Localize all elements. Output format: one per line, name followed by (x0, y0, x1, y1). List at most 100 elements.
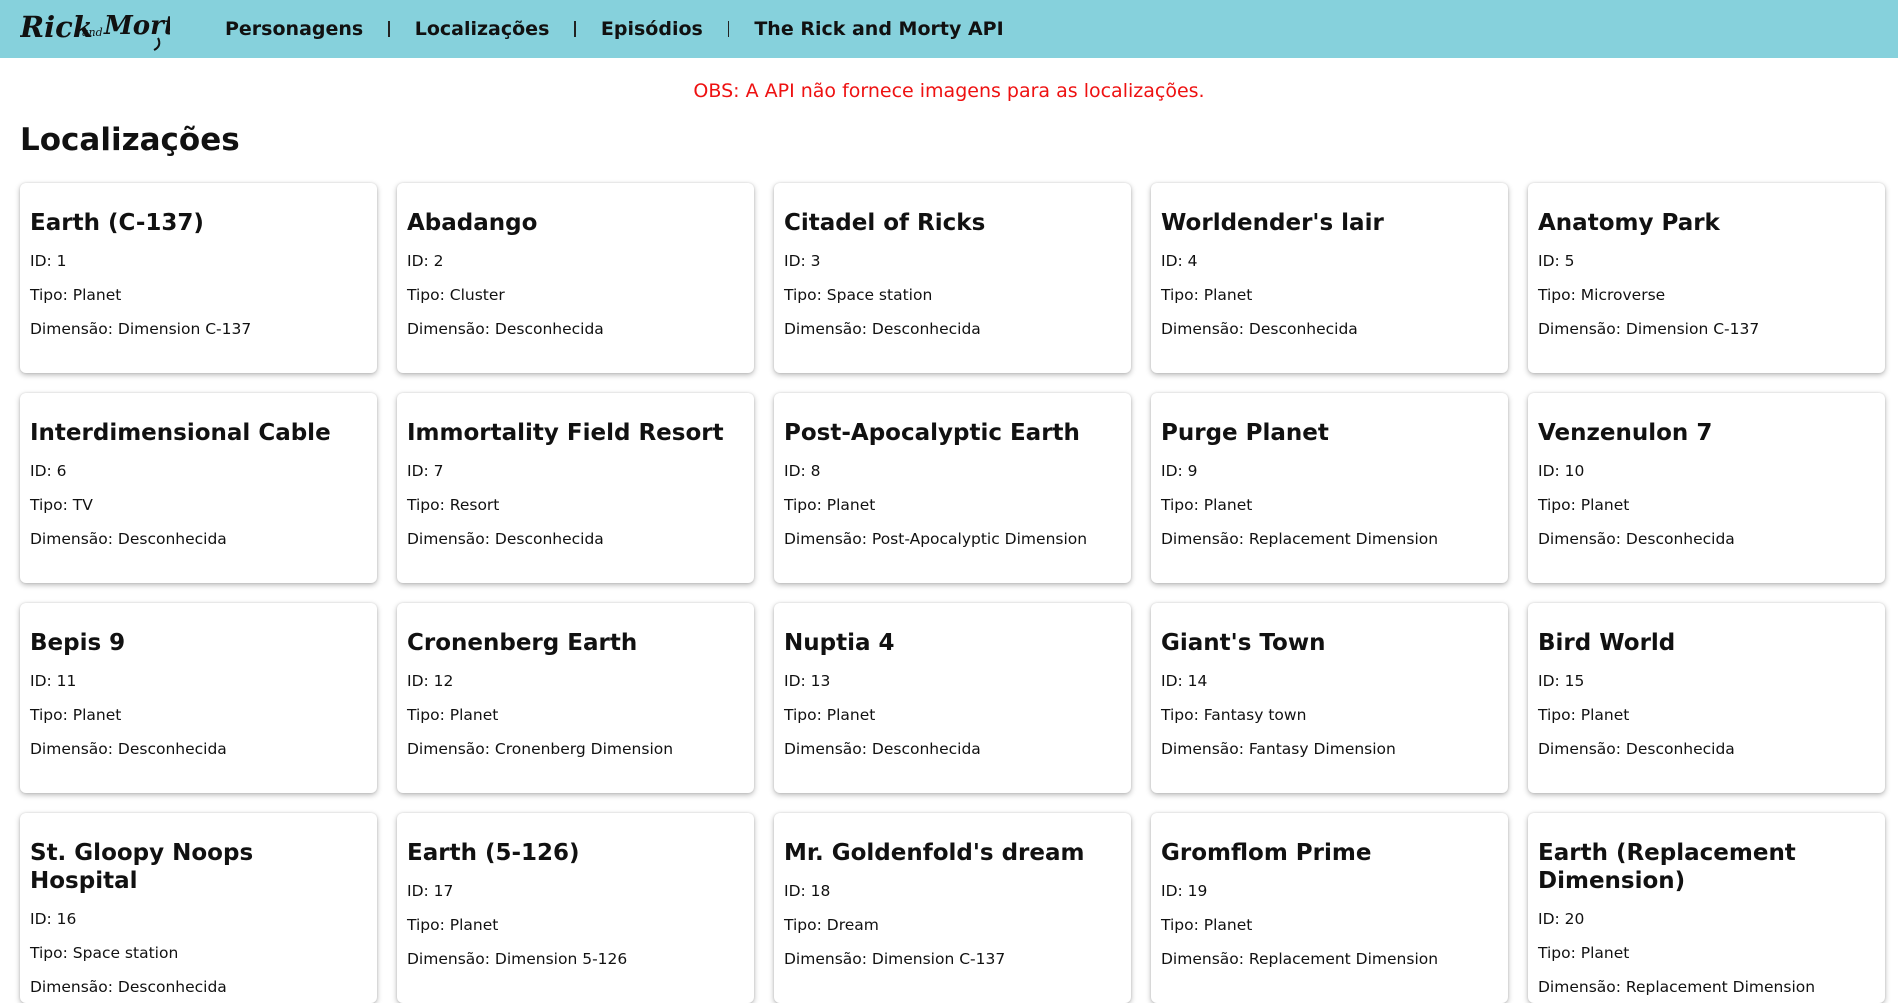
location-dimension: Dimensão: Fantasy Dimension (1161, 740, 1396, 758)
location-dimension: Dimensão: Dimension C-137 (30, 320, 252, 338)
location-card[interactable]: Mr. Goldenfold's dream ID: 18 Tipo: Dream D… (774, 813, 1131, 1003)
no-images-notice: OBS: A API não fornece imagens para as l… (693, 80, 1205, 102)
nav-separator (727, 21, 730, 37)
location-id: ID: 2 (407, 252, 444, 270)
location-card[interactable]: Giant's Town ID: 14 Tipo: Fantasy town Dime… (1151, 603, 1508, 793)
location-id: ID: 9 (1161, 462, 1198, 480)
location-id: ID: 20 (1538, 910, 1585, 928)
location-dimension: Dimensão: Desconhecida (784, 740, 981, 758)
location-card[interactable]: Immortality Field Resort ID: 7 Tipo: Resor… (397, 393, 754, 583)
location-dimension: Dimensão: Dimension C-137 (1538, 320, 1760, 338)
location-name: Giant's Town (1161, 630, 1326, 656)
location-id: ID: 11 (30, 672, 77, 690)
location-card[interactable]: Post-Apocalyptic Earth ID: 8 Tipo: Planet D… (774, 393, 1131, 583)
location-card[interactable]: Gromflom Prime ID: 19 Tipo: Planet Dimensão… (1151, 813, 1508, 1003)
nav-separator (388, 21, 390, 37)
location-card[interactable]: Abadango ID: 2 Tipo: Cluster Dimensão: Desc… (397, 183, 754, 373)
location-dimension: Dimensão: Desconhecida (784, 320, 981, 338)
nav-link-localizacoes[interactable]: Localizações (415, 18, 550, 40)
location-type: Tipo: Space station (784, 286, 933, 304)
location-dimension: Dimensão: Desconhecida (407, 320, 604, 338)
location-dimension: Dimensão: Desconhecida (30, 530, 227, 548)
location-name: Gromflom Prime (1161, 840, 1372, 866)
location-type: Tipo: Dream (784, 916, 879, 934)
location-card[interactable]: Earth (C-137) ID: 1 Tipo: Planet Dimensão: … (20, 183, 377, 373)
location-name: Citadel of Ricks (784, 210, 986, 236)
location-id: ID: 19 (1161, 882, 1208, 900)
location-name: Post-Apocalyptic Earth (784, 420, 1080, 446)
location-name: Worldender's lair (1161, 210, 1384, 236)
nav-link-personagens[interactable]: Personagens (225, 18, 363, 40)
location-id: ID: 5 (1538, 252, 1575, 270)
location-dimension: Dimensão: Desconhecida (1538, 530, 1735, 548)
rick-and-morty-logo[interactable]: Rick and Morty (20, 4, 170, 52)
location-type: Tipo: Planet (1161, 286, 1253, 304)
location-type: Tipo: Planet (1161, 496, 1253, 514)
logo-and: and (82, 26, 103, 39)
page-title: Localizações (20, 122, 240, 158)
top-navbar: Rick and Morty Personagens Localizações … (0, 0, 1898, 58)
location-card[interactable]: Earth (Replacement Dimension) ID: 20 Tipo:… (1528, 813, 1885, 1003)
location-card[interactable]: St. Gloopy Noops Hospital ID: 16 Tipo: Spa… (20, 813, 377, 1003)
location-id: ID: 16 (30, 910, 77, 928)
location-type: Tipo: Planet (30, 706, 122, 724)
location-card[interactable]: Bepis 9 ID: 11 Tipo: Planet Dimensão: Desco… (20, 603, 377, 793)
location-name: Earth (C-137) (30, 210, 204, 236)
location-name: Anatomy Park (1538, 210, 1720, 236)
location-dimension: Dimensão: Desconhecida (30, 740, 227, 758)
location-card[interactable]: Earth (5-126) ID: 17 Tipo: Planet Dimensão:… (397, 813, 754, 1003)
location-type: Tipo: Cluster (407, 286, 505, 304)
location-card[interactable]: Citadel of Ricks ID: 3 Tipo: Space station… (774, 183, 1131, 373)
location-name: Immortality Field Resort (407, 420, 724, 446)
location-dimension: Dimensão: Post-Apocalyptic Dimension (784, 530, 1088, 548)
location-card[interactable]: Bird World ID: 15 Tipo: Planet Dimensão: De… (1528, 603, 1885, 793)
main-nav: Personagens Localizações Episódios The R… (225, 0, 1004, 58)
location-dimension: Dimensão: Desconhecida (407, 530, 604, 548)
location-type: Tipo: Resort (407, 496, 500, 514)
location-id: ID: 10 (1538, 462, 1585, 480)
location-type: Tipo: Planet (1538, 706, 1630, 724)
location-name: Venzenulon 7 (1538, 420, 1713, 446)
location-card[interactable]: Venzenulon 7 ID: 10 Tipo: Planet Dimensão: … (1528, 393, 1885, 583)
location-card[interactable]: Cronenberg Earth ID: 12 Tipo: Planet Dimens… (397, 603, 754, 793)
location-id: ID: 4 (1161, 252, 1198, 270)
nav-link-episodios[interactable]: Episódios (601, 18, 703, 40)
location-id: ID: 13 (784, 672, 831, 690)
location-card[interactable]: Anatomy Park ID: 5 Tipo: Microverse Dimensã… (1528, 183, 1885, 373)
location-dimension: Dimensão: Replacement Dimension (1161, 530, 1439, 548)
location-id: ID: 12 (407, 672, 454, 690)
location-dimension: Dimensão: Cronenberg Dimension (407, 740, 674, 758)
location-id: ID: 3 (784, 252, 821, 270)
location-id: ID: 1 (30, 252, 67, 270)
location-card[interactable]: Purge Planet ID: 9 Tipo: Planet Dimensão: R… (1151, 393, 1508, 583)
nav-link-api[interactable]: The Rick and Morty API (754, 18, 1003, 40)
location-type: Tipo: Microverse (1538, 286, 1666, 304)
location-dimension: Dimensão: Replacement Dimension (1538, 978, 1816, 996)
location-id: ID: 18 (784, 882, 831, 900)
location-dimension: Dimensão: Dimension C-137 (784, 950, 1006, 968)
location-type: Tipo: Planet (784, 496, 876, 514)
location-id: ID: 14 (1161, 672, 1208, 690)
logo-morty: Morty (103, 11, 170, 41)
location-name: Earth (5-126) (407, 840, 580, 866)
nav-separator (574, 21, 576, 37)
locations-grid: Earth (C-137) ID: 1 Tipo: Planet Dimensão: … (20, 183, 1886, 1003)
location-dimension: Dimensão: Dimension 5-126 (407, 950, 628, 968)
location-type: Tipo: Fantasy town (1161, 706, 1307, 724)
location-card[interactable]: Interdimensional Cable ID: 6 Tipo: TV Dimen… (20, 393, 377, 583)
location-type: Tipo: Planet (407, 916, 499, 934)
location-type: Tipo: Planet (407, 706, 499, 724)
location-card[interactable]: Worldender's lair ID: 4 Tipo: Planet Dimens… (1151, 183, 1508, 373)
location-type: Tipo: TV (30, 496, 93, 514)
location-type: Tipo: Planet (1538, 496, 1630, 514)
location-name: Mr. Goldenfold's dream (784, 840, 1085, 866)
location-type: Tipo: Planet (1161, 916, 1253, 934)
location-name: St. Gloopy Noops Hospital (30, 840, 254, 894)
location-card[interactable]: Nuptia 4 ID: 13 Tipo: Planet Dimensão: Desc… (774, 603, 1131, 793)
location-dimension: Dimensão: Desconhecida (1161, 320, 1358, 338)
location-dimension: Dimensão: Replacement Dimension (1161, 950, 1439, 968)
location-id: ID: 8 (784, 462, 821, 480)
location-name: Bird World (1538, 630, 1676, 656)
location-dimension: Dimensão: Desconhecida (1538, 740, 1735, 758)
location-dimension: Dimensão: Desconhecida (30, 978, 227, 996)
